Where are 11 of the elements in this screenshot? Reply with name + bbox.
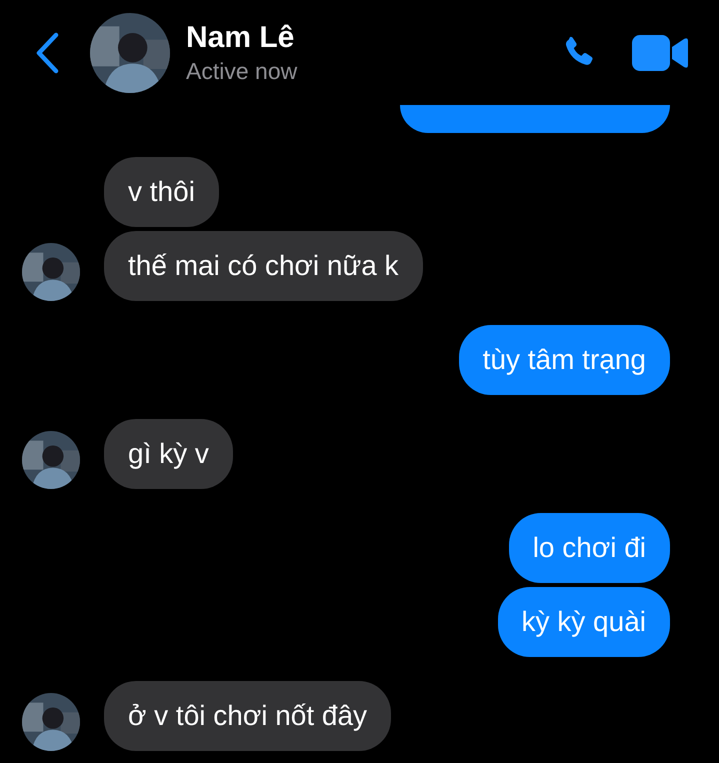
contact-name: Nam Lê	[186, 20, 296, 56]
message-bubble: thế mai có chơi nữa k	[104, 231, 423, 301]
status-text: Active now	[186, 56, 298, 86]
message-bubble: ở v tôi chơi nốt đây	[104, 681, 392, 751]
video-camera-icon[interactable]	[632, 34, 688, 70]
message-bubble: gì kỳ v	[104, 419, 233, 489]
message-bubble: kỳ kỳ quài	[498, 587, 670, 657]
back-icon[interactable]	[35, 32, 59, 74]
message-bubble: tùy tâm trạng	[458, 325, 670, 395]
message-bubble: lo chơi đi	[508, 513, 670, 583]
message-bubble: v thôi	[104, 157, 219, 227]
